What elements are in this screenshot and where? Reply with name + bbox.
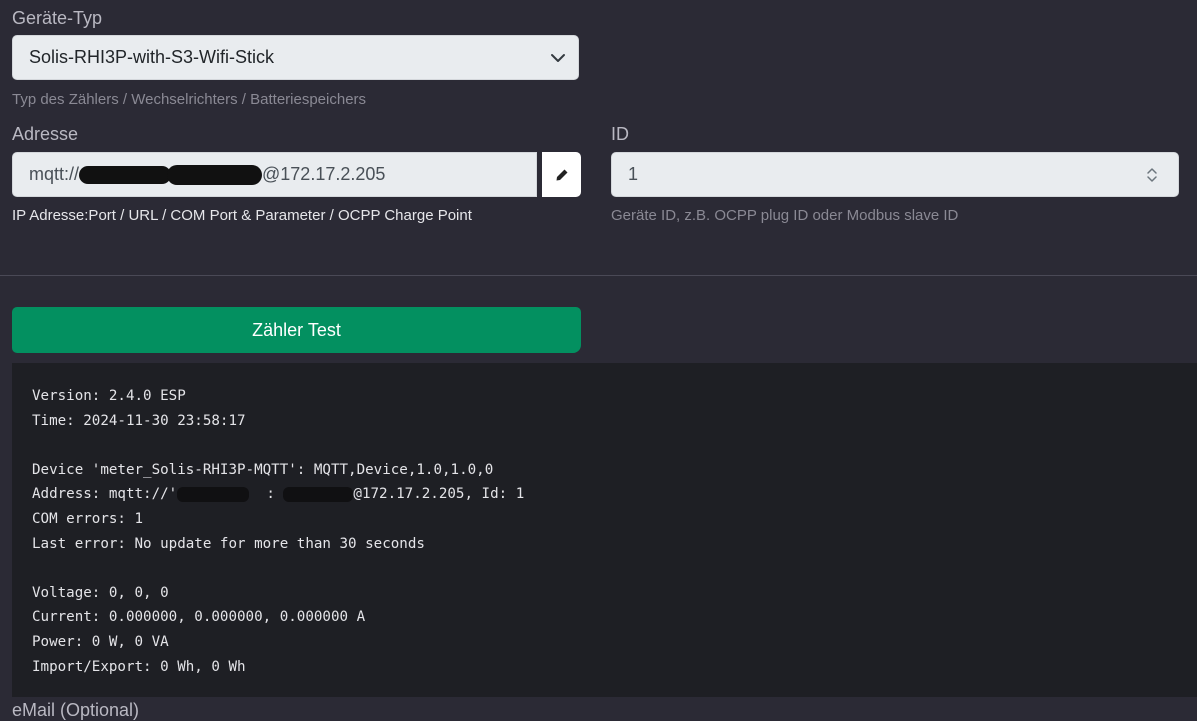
up-down-arrows-icon[interactable] xyxy=(1146,166,1158,184)
console-device: Device 'meter_Solis-RHI3P-MQTT': MQTT,De… xyxy=(32,461,494,478)
id-label: ID xyxy=(611,124,629,144)
edit-address-button[interactable] xyxy=(542,152,581,197)
email-label: eMail (Optional) xyxy=(12,700,140,720)
pencil-icon xyxy=(556,169,567,180)
chevron-down-icon xyxy=(551,54,565,62)
address-redaction-2 xyxy=(167,165,263,186)
console-last-error: Last error: No update for more than 30 s… xyxy=(32,535,425,552)
address-redaction xyxy=(79,166,172,185)
console-time: Time: 2024-11-30 23:58:17 xyxy=(32,412,246,429)
device-type-label: Geräte-Typ xyxy=(12,8,103,28)
console-version: Version: 2.4.0 ESP xyxy=(32,388,186,404)
console-import-export: Import/Export: 0 Wh, 0 Wh xyxy=(32,658,246,675)
console-address-mid: : xyxy=(266,486,275,503)
address-prefix: mqtt:// xyxy=(29,164,80,184)
console-address-redaction xyxy=(177,486,250,502)
console-address: Address: mqtt://' : @172.17.2.205, Id: 1 xyxy=(32,482,1197,507)
meter-test-button[interactable]: Zähler Test xyxy=(12,307,581,353)
address-input[interactable]: mqtt:// @172.17.2.205 xyxy=(12,152,537,197)
address-label: Adresse xyxy=(12,124,79,144)
address-suffix: @172.17.2.205 xyxy=(262,164,386,184)
id-input[interactable]: 1 xyxy=(611,152,1179,197)
address-hint: IP Adresse:Port / URL / COM Port & Param… xyxy=(12,207,472,224)
device-type-value: Solis-RHI3P-with-S3-Wifi-Stick xyxy=(29,47,275,67)
console-address-redaction-2 xyxy=(283,486,354,502)
console-current: Current: 0.000000, 0.000000, 0.000000 A xyxy=(32,609,366,626)
device-type-select[interactable]: Solis-RHI3P-with-S3-Wifi-Stick xyxy=(12,35,579,80)
console-com-errors: COM errors: 1 xyxy=(32,510,144,527)
console-power: Power: 0 W, 0 VA xyxy=(32,633,169,650)
id-hint: Geräte ID, z.B. OCPP plug ID oder Modbus… xyxy=(611,207,959,224)
test-output-console: Version: 2.4.0 ESP Time: 2024-11-30 23:5… xyxy=(12,363,1197,697)
console-address-suffix: @172.17.2.205, Id: 1 xyxy=(353,486,525,503)
device-type-hint: Typ des Zählers / Wechselrichters / Batt… xyxy=(12,91,367,108)
id-value: 1 xyxy=(628,164,639,184)
section-divider xyxy=(0,275,1197,276)
console-voltage: Voltage: 0, 0, 0 xyxy=(32,584,169,601)
console-address-prefix: Address: mqtt://' xyxy=(32,486,178,503)
